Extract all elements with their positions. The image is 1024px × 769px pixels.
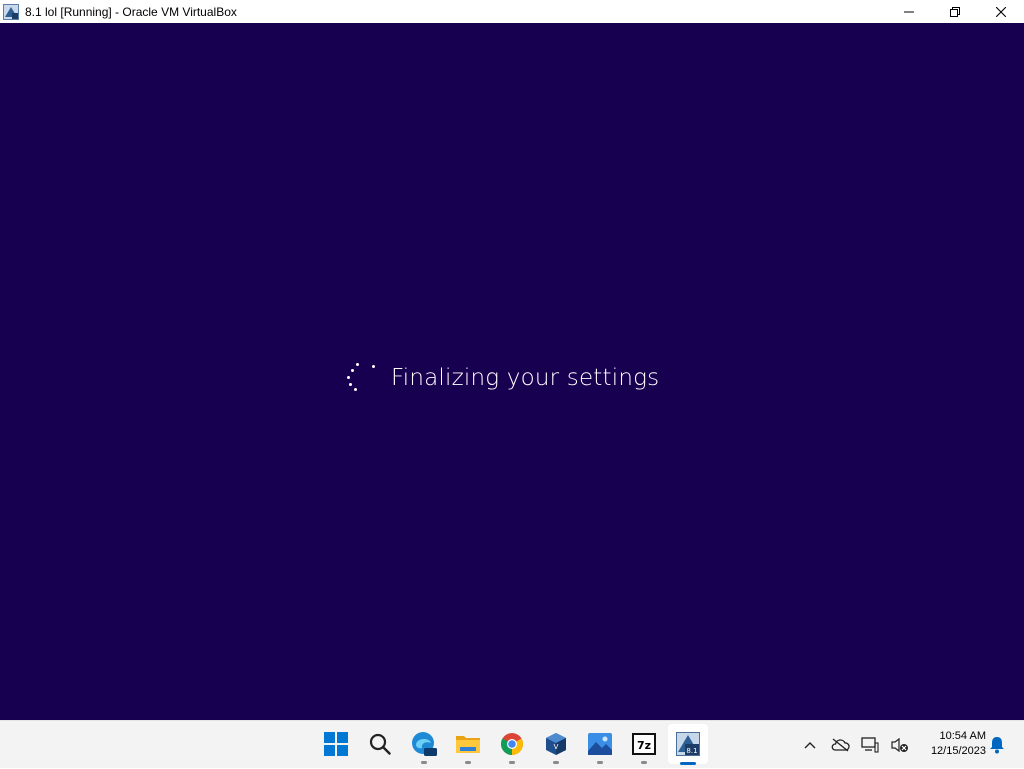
onedrive-tray[interactable] <box>825 730 855 760</box>
close-icon <box>996 6 1006 17</box>
taskbar: V 7z 8.1 10:54 AM 12/15/2023 <box>0 720 1024 768</box>
7zip-icon: 7z <box>632 733 656 755</box>
edge-beta-icon <box>412 732 437 756</box>
virtualbox-icon: V <box>546 733 566 755</box>
volume-muted-icon <box>891 737 908 753</box>
photos-icon <box>588 733 612 755</box>
start-button[interactable] <box>314 721 358 767</box>
bell-icon <box>990 737 1004 754</box>
system-tray <box>795 721 915 769</box>
network-tray[interactable] <box>855 730 885 760</box>
taskbar-edge-preview[interactable] <box>402 721 446 767</box>
close-button[interactable] <box>978 0 1024 23</box>
svg-text:V: V <box>554 743 559 751</box>
status-message: Finalizing your settings <box>391 365 660 391</box>
taskbar-chrome[interactable] <box>490 721 534 767</box>
taskbar-7zip[interactable]: 7z <box>622 721 666 767</box>
taskbar-clock[interactable]: 10:54 AM 12/15/2023 <box>912 729 986 759</box>
volume-tray[interactable] <box>885 730 915 760</box>
folder-icon <box>456 736 480 753</box>
setup-status: Finalizing your settings <box>345 358 659 398</box>
window-titlebar: 8.1 lol [Running] - Oracle VM VirtualBox <box>0 0 1024 23</box>
chrome-icon <box>501 733 523 755</box>
restore-icon <box>950 6 960 17</box>
loading-spinner-icon <box>345 361 379 395</box>
virtualbox-vm-icon[interactable] <box>3 3 19 20</box>
taskbar-photos[interactable] <box>578 721 622 767</box>
taskbar-vm-window[interactable]: 8.1 <box>668 724 708 765</box>
onedrive-offline-icon <box>831 738 850 752</box>
window-title: 8.1 lol [Running] - Oracle VM VirtualBox <box>25 4 237 19</box>
search-icon <box>369 733 391 755</box>
windows-start-icon <box>324 732 348 756</box>
vm-8.1-icon: 8.1 <box>676 732 700 756</box>
taskbar-apps: V 7z 8.1 <box>314 721 710 769</box>
clock-time: 10:54 AM <box>939 730 986 742</box>
vm-display[interactable]: Finalizing your settings <box>0 23 1024 720</box>
restore-button[interactable] <box>932 0 978 23</box>
network-icon <box>861 737 879 753</box>
clock-date: 12/15/2023 <box>930 745 986 757</box>
search-button[interactable] <box>358 721 402 767</box>
svg-text:8.1: 8.1 <box>686 747 697 755</box>
show-hidden-icons-button[interactable] <box>795 730 825 760</box>
window-controls <box>886 0 1024 23</box>
minimize-button[interactable] <box>886 0 932 23</box>
minimize-icon <box>904 11 914 12</box>
taskbar-file-explorer[interactable] <box>446 721 490 767</box>
taskbar-virtualbox[interactable]: V <box>534 721 578 767</box>
notifications-button[interactable] <box>986 733 1008 757</box>
chevron-up-icon <box>804 742 816 749</box>
svg-text:7z: 7z <box>637 739 651 752</box>
